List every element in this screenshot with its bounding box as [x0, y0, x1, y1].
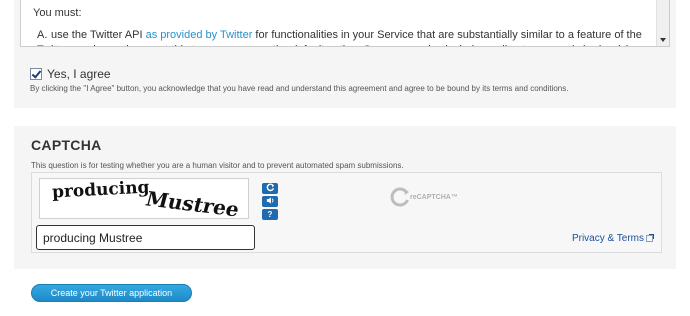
terms-must-label: You must:: [33, 7, 82, 19]
terms-scroll-box[interactable]: You must: A. use the Twitter API as provi…: [20, 0, 670, 47]
captcha-word-1: producing: [51, 178, 150, 203]
captcha-description: This question is for testing whether you…: [31, 161, 404, 170]
create-application-button[interactable]: Create your Twitter application: [31, 284, 192, 302]
captcha-image: producing Mustree: [39, 178, 249, 219]
terms-item-a: A. use the Twitter API as provided by Twi…: [37, 28, 652, 46]
scroll-down-icon[interactable]: [660, 38, 666, 42]
terms-panel: You must: A. use the Twitter API as provi…: [14, 0, 676, 108]
help-icon[interactable]: ?: [262, 209, 278, 220]
recaptcha-logo: reCAPTCHA™: [388, 185, 458, 209]
terms-scrollbar[interactable]: [656, 0, 669, 46]
agree-checkbox[interactable]: [30, 68, 42, 80]
agree-note: By clicking the "I Agree" button, you ac…: [30, 84, 569, 93]
privacy-terms-link[interactable]: Privacy & Terms: [572, 233, 654, 244]
captcha-title: CAPTCHA: [31, 137, 102, 153]
terms-item-text-before: use the Twitter API: [51, 29, 146, 41]
twitter-api-link[interactable]: as provided by Twitter: [146, 29, 253, 41]
external-link-icon: [646, 234, 654, 242]
refresh-icon[interactable]: [262, 183, 278, 194]
agree-checkbox-label[interactable]: Yes, I agree: [47, 67, 111, 81]
recaptcha-ring-icon: [390, 187, 409, 207]
captcha-panel: CAPTCHA This question is for testing whe…: [14, 126, 676, 269]
captcha-buttons: ?: [262, 182, 278, 222]
recaptcha-logo-text: reCAPTCHA™: [410, 193, 458, 201]
recaptcha-widget: producing Mustree ? reCAPTCHA™ Privacy &…: [31, 172, 662, 253]
captcha-word-2: Mustree: [143, 186, 242, 219]
privacy-terms-label[interactable]: Privacy & Terms: [572, 233, 644, 244]
agree-row[interactable]: Yes, I agree: [30, 67, 111, 81]
captcha-response-input[interactable]: [36, 225, 255, 250]
terms-item-letter: A.: [37, 29, 48, 41]
audio-icon[interactable]: [262, 196, 278, 207]
